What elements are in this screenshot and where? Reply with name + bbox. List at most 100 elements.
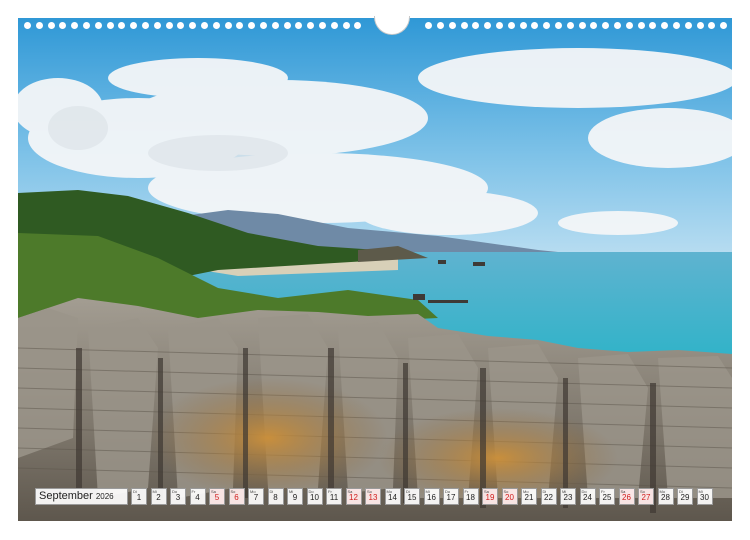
weekday-abbrev: Fr (464, 489, 469, 494)
landscape-photo (18, 18, 732, 521)
day-cell: Sa 12 (345, 488, 362, 505)
binding-hole (425, 22, 433, 29)
weekday-abbrev: Sa (620, 489, 626, 494)
month-year: 2026 (95, 492, 114, 501)
weekday-abbrev: Do (445, 489, 451, 494)
binding-hole (342, 22, 350, 29)
day-cell: Mi 2 (150, 488, 167, 505)
day-cell: Mi 23 (560, 488, 576, 505)
binding-hole (720, 22, 728, 29)
binding-hole (35, 22, 43, 29)
day-cell: Fr 18 (462, 488, 479, 505)
binding-hole (602, 22, 610, 29)
weekday-abbrev: Do (581, 489, 587, 494)
binding-hole (94, 22, 102, 29)
binding-hole (212, 22, 220, 29)
weekday-abbrev: Mo (523, 489, 529, 494)
weekday-abbrev: Sa (347, 489, 353, 494)
weekday-abbrev: Di (542, 489, 547, 494)
binding-hole (330, 22, 338, 29)
weekday-abbrev: Mo (659, 489, 666, 494)
binding-hole (24, 22, 31, 29)
binding-hole (696, 22, 704, 29)
day-cell: Fr 4 (189, 488, 206, 505)
binding-hole (484, 22, 492, 29)
binding-hole (625, 22, 633, 29)
day-cell: Di 29 (677, 488, 693, 505)
binding-hole (543, 22, 551, 29)
weekday-abbrev: Mo (250, 489, 256, 494)
binding-hole (153, 22, 161, 29)
day-cell: So 6 (228, 488, 245, 505)
binding-hole (283, 22, 291, 29)
hanger-notch (374, 16, 410, 35)
day-cell: Do 3 (170, 488, 186, 505)
binding-hole (142, 22, 149, 29)
weekday-abbrev: Fr (601, 489, 605, 494)
day-cell: Mo 7 (248, 488, 264, 505)
binding-hole (295, 22, 303, 29)
binding-hole (614, 22, 621, 29)
binding-hole (106, 22, 114, 29)
binding-hole (201, 22, 208, 29)
day-cell: So 20 (501, 488, 518, 505)
binding-hole (531, 22, 539, 29)
binding-hole (496, 22, 503, 29)
binding-hole (177, 22, 185, 29)
day-cell: Di 22 (540, 488, 557, 505)
weekday-abbrev: Di (679, 489, 683, 494)
day-cell: Do 17 (443, 488, 459, 505)
binding-hole (71, 22, 79, 29)
weekday-abbrev: Mi (562, 489, 567, 494)
day-cell: So 13 (365, 488, 381, 505)
day-cell: Mi 30 (696, 488, 713, 505)
weekday-abbrev: Fr (191, 489, 196, 494)
weekday-abbrev: Di (406, 489, 410, 494)
spiral-binding (18, 16, 732, 35)
binding-hole (566, 22, 574, 29)
binding-hole (83, 22, 90, 29)
binding-hole (437, 22, 444, 29)
binding-hole (673, 22, 680, 29)
binding-hole (130, 22, 138, 29)
binding-hole (224, 22, 232, 29)
weekday-abbrev: Do (308, 489, 314, 494)
binding-hole (319, 22, 326, 29)
weekday-abbrev: So (367, 489, 372, 494)
binding-hole (260, 22, 267, 29)
day-cell: Fr 25 (599, 488, 615, 505)
calendar-month-strip: September 2026 Di 1 Mi 2 Do 3 Fr 4 Sa 5 So 6 Mo 7 Di 8 Mi… (35, 488, 716, 505)
binding-hole (47, 22, 55, 29)
binding-hole (59, 22, 67, 29)
binding-hole (649, 22, 657, 29)
day-cell: Mi 9 (287, 488, 303, 505)
binding-hole (189, 22, 197, 29)
weekday-abbrev: So (640, 489, 645, 494)
binding-hole (307, 22, 315, 29)
binding-hole (661, 22, 669, 29)
wall-calendar-page: September 2026 Di 1 Mi 2 Do 3 Fr 4 Sa 5 So 6 Mo 7 Di 8 Mi… (0, 0, 750, 540)
day-cell: Di 1 (131, 488, 147, 505)
weekday-abbrev: So (230, 489, 236, 494)
binding-hole (519, 22, 527, 29)
weekday-abbrev: Sa (211, 489, 216, 494)
binding-hole (448, 22, 456, 29)
weekday-abbrev: Mo (386, 489, 393, 494)
day-cell: So 27 (638, 488, 654, 505)
day-cell: Sa 19 (482, 488, 498, 505)
day-cell: Sa 5 (209, 488, 225, 505)
binding-hole (460, 22, 468, 29)
month-label: September 2026 (35, 488, 128, 505)
weekday-abbrev: Mi (425, 489, 430, 494)
day-cell: Mo 21 (521, 488, 537, 505)
binding-hole (118, 22, 126, 29)
month-name: September (39, 490, 93, 502)
weekday-abbrev: Mi (289, 489, 294, 494)
binding-hole (708, 22, 716, 29)
binding-hole (472, 22, 480, 29)
weekday-abbrev: Sa (484, 489, 489, 494)
binding-hole (271, 22, 279, 29)
day-cell: Mi 16 (423, 488, 440, 505)
day-cell: Mo 14 (384, 488, 401, 505)
weekday-abbrev: Di (269, 489, 274, 494)
